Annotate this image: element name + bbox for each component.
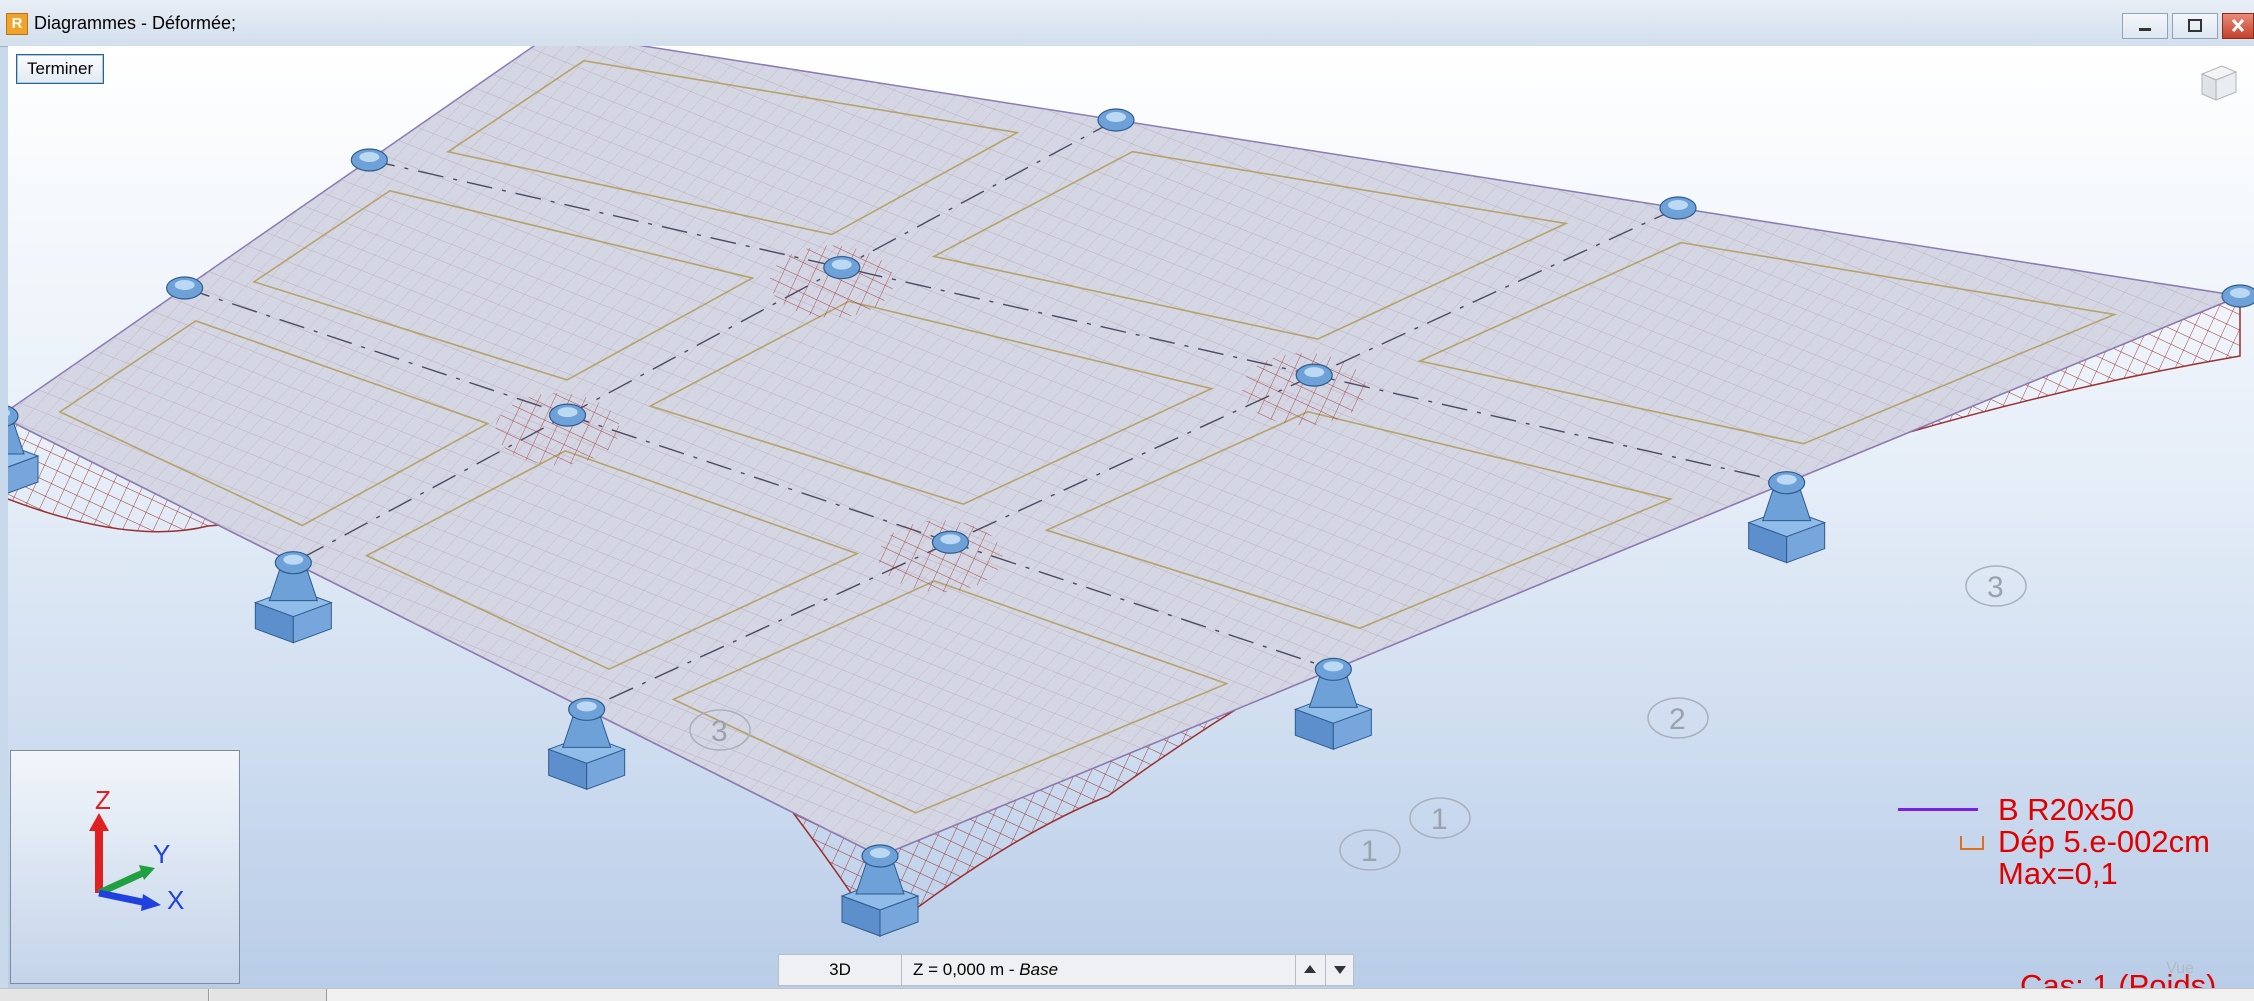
bar-legend-line: [1898, 808, 1978, 811]
column-cap-highlight: [359, 152, 380, 162]
column-node: [1295, 363, 1333, 387]
grid-bubble-label: 3: [1987, 571, 2004, 604]
max-value-label: Max=0,1: [1998, 856, 2118, 891]
displacement-symbol-icon: [1960, 836, 1984, 850]
grid-bubble-label: 1: [1431, 803, 1448, 836]
maximize-button[interactable]: [2172, 13, 2218, 39]
level-up-button[interactable]: [1295, 955, 1324, 985]
column-node: [2221, 284, 2254, 308]
column-node: [1097, 108, 1135, 132]
grid-bubble-label: 2: [1669, 703, 1686, 736]
column-node: [1659, 196, 1697, 220]
column-node: [166, 276, 204, 300]
arrow-up-icon: [1304, 965, 1316, 973]
column-node: [823, 255, 861, 280]
column-cap-highlight: [283, 554, 304, 565]
column-cap-highlight: [940, 534, 961, 545]
column-cap-highlight: [870, 848, 890, 858]
deformation-bump: [495, 393, 620, 466]
column-cap-highlight: [174, 280, 195, 290]
column-cap-highlight: [1323, 661, 1344, 672]
pedestal: [561, 716, 612, 748]
column-cap-highlight: [1304, 367, 1325, 378]
column-cap-highlight: [2230, 288, 2250, 298]
y-axis-label: Y: [153, 839, 170, 869]
level-selector[interactable]: Z = 0,000 m - Base: [913, 955, 1058, 985]
bottom-tab[interactable]: [210, 989, 327, 1001]
column-cap-highlight: [831, 259, 852, 270]
deformation-bump: [769, 245, 894, 318]
legend: B R20x50 Dép 5.e-002cm Max=0,1: [1898, 794, 2248, 974]
z-axis-label: Z: [95, 785, 111, 815]
title-bar: R Diagrammes - Déformée;: [0, 0, 2254, 47]
column-cap-highlight: [576, 701, 597, 712]
deformation-bump: [878, 520, 1003, 593]
level-name: Base: [1019, 960, 1059, 979]
window-title: Diagrammes - Déformée;: [34, 13, 237, 33]
close-icon: [2231, 18, 2245, 33]
axes-indicator: Z Y X: [10, 750, 240, 984]
column-cap-highlight: [1668, 200, 1688, 210]
column-cap-highlight: [557, 407, 578, 418]
slab: [8, 46, 2243, 857]
bottom-tab[interactable]: [0, 989, 209, 1001]
level-prefix: Z = 0,000 m -: [913, 960, 1020, 979]
grid-bubble-label: 3: [711, 715, 728, 748]
3d-viewport[interactable]: 3 3 2 1 1 Terminer Z Y X B R20x50 Dép 5.e-00…: [8, 46, 2254, 988]
column-node: [548, 403, 587, 427]
axes-icon: Z Y X: [89, 785, 184, 915]
bottom-tab-strip: [0, 988, 2254, 1001]
view-statusbar: 3D Z = 0,000 m - Base: [778, 954, 1354, 986]
close-button[interactable]: [2222, 13, 2254, 39]
pedestal: [1761, 490, 1812, 522]
grid-bubble-label: 1: [1361, 835, 1378, 868]
maximize-icon: [2188, 19, 2202, 32]
column-cap-highlight: [1106, 112, 1126, 122]
finish-button[interactable]: Terminer: [16, 54, 105, 84]
column-node: [931, 530, 970, 554]
view-button[interactable]: Vue: [2120, 956, 2240, 982]
column-cap-highlight: [1776, 474, 1797, 485]
view-cube-icon[interactable]: [2196, 60, 2240, 104]
slab-mesh: [8, 46, 2240, 856]
pedestal: [268, 570, 319, 602]
app-icon: R: [6, 13, 28, 35]
level-down-button[interactable]: [1325, 955, 1354, 985]
minimize-icon: [2139, 28, 2151, 31]
view-mode-3d[interactable]: 3D: [779, 955, 902, 985]
arrow-down-icon: [1334, 966, 1346, 974]
minimize-button[interactable]: [2122, 13, 2168, 39]
pedestal: [1308, 676, 1359, 708]
x-axis-label: X: [167, 885, 184, 915]
displacement-legend-label: Dép 5.e-002cm: [1998, 824, 2210, 859]
column-node: [350, 148, 388, 172]
bar-legend-label: B R20x50: [1998, 792, 2135, 827]
deformation-bump: [1242, 353, 1367, 426]
